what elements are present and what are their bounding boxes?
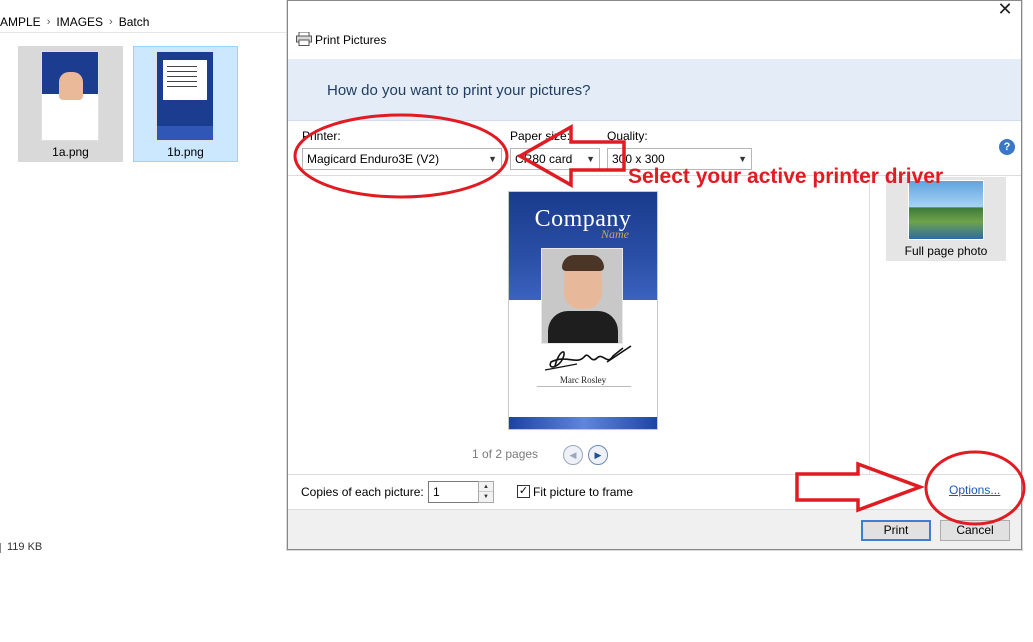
dialog-question: How do you want to print your pictures?	[327, 82, 591, 99]
thumbnail-text-lines	[163, 60, 207, 100]
thumbnail-band	[42, 94, 98, 140]
card-signature	[544, 345, 632, 371]
card-name-underline	[537, 386, 631, 387]
breadcrumb-item[interactable]: Batch	[119, 15, 156, 29]
layout-option-full-page[interactable]: Full page photo	[886, 177, 1006, 261]
cancel-button[interactable]: Cancel	[940, 520, 1010, 541]
dialog-title: Print Pictures	[315, 33, 387, 47]
layout-label: Full page photo	[904, 244, 988, 258]
options-link[interactable]: Options...	[949, 483, 1000, 497]
quality-value: 300 x 300	[612, 152, 665, 166]
copies-label: Copies of each picture:	[301, 485, 424, 499]
card-footer-stripe	[509, 417, 657, 429]
card-company-logo: Company	[534, 206, 632, 232]
file-thumbnail	[156, 51, 214, 141]
chevron-right-icon: ›	[109, 15, 113, 28]
spin-up-icon[interactable]: ▲	[479, 482, 493, 492]
printer-icon	[296, 32, 312, 46]
paper-size-select[interactable]: CR80 card ▼	[510, 148, 600, 170]
dialog-footer: Print Cancel	[288, 509, 1021, 549]
portrait-body	[548, 311, 618, 343]
print-pictures-dialog: Print Pictures ✕ How do you want to prin…	[287, 0, 1022, 550]
chevron-down-icon: ▼	[586, 154, 595, 164]
paper-size-value: CR80 card	[515, 152, 573, 166]
title-bar: Print Pictures ✕	[288, 0, 1021, 59]
screen: AMPLE › IMAGES › Batch 1a.png 1b.png 119…	[0, 0, 1033, 642]
file-name: 1b.png	[167, 145, 204, 159]
breadcrumb-item[interactable]: IMAGES	[56, 15, 109, 29]
chevron-right-icon: ›	[46, 15, 51, 28]
copies-spinner: ▲ ▼	[478, 481, 494, 503]
thumbnail-footer	[157, 126, 213, 140]
card-person-name: Marc Rosley	[559, 375, 607, 385]
status-divider	[0, 543, 1, 553]
breadcrumb: AMPLE › IMAGES › Batch	[0, 11, 286, 33]
thumbnail-face	[59, 72, 83, 100]
file-item-selected[interactable]: 1b.png	[133, 46, 238, 162]
status-size: 119 KB	[7, 541, 43, 553]
layout-thumbnail	[908, 180, 984, 240]
status-bar: 119 KB	[0, 540, 286, 556]
copies-input[interactable]: 1	[428, 481, 480, 503]
file-item[interactable]: 1a.png	[18, 46, 123, 162]
fit-picture-label[interactable]: Fit picture to frame	[533, 485, 633, 499]
help-icon[interactable]: ?	[999, 139, 1015, 155]
breadcrumb-item[interactable]: AMPLE	[0, 15, 47, 29]
spin-down-icon[interactable]: ▼	[479, 492, 493, 502]
file-thumbnail	[41, 51, 99, 141]
paper-size-label: Paper size:	[510, 129, 571, 143]
card-portrait-photo	[541, 248, 623, 344]
file-name: 1a.png	[52, 145, 89, 159]
checkbox-checked-icon[interactable]: ✓	[517, 485, 530, 498]
print-button[interactable]: Print	[861, 520, 931, 541]
print-preview-pane: Company Name Marc Rosley 1 of 2 pages ◀ …	[288, 177, 870, 474]
callout-text: Select your active printer driver	[628, 165, 944, 188]
id-card-preview: Company Name Marc Rosley	[508, 191, 658, 430]
quality-label: Quality:	[607, 129, 648, 143]
prev-page-icon[interactable]: ◀	[563, 445, 583, 465]
printer-select-value: Magicard Enduro3E (V2)	[307, 152, 440, 166]
printer-select[interactable]: Magicard Enduro3E (V2) ▼	[302, 148, 502, 170]
portrait-hair	[562, 255, 604, 271]
printer-label: Printer:	[302, 129, 341, 143]
close-icon[interactable]: ✕	[995, 0, 1015, 21]
chevron-down-icon: ▼	[488, 154, 497, 164]
layout-list: Full page photo	[871, 177, 1021, 474]
card-company-subtitle: Name	[601, 227, 629, 241]
next-page-icon[interactable]: ▶	[588, 445, 608, 465]
copies-row: Copies of each picture: 1 ▲ ▼ ✓ Fit pict…	[288, 474, 1021, 508]
page-counter: 1 of 2 pages	[472, 447, 539, 461]
header-banner: How do you want to print your pictures?	[288, 59, 1021, 121]
